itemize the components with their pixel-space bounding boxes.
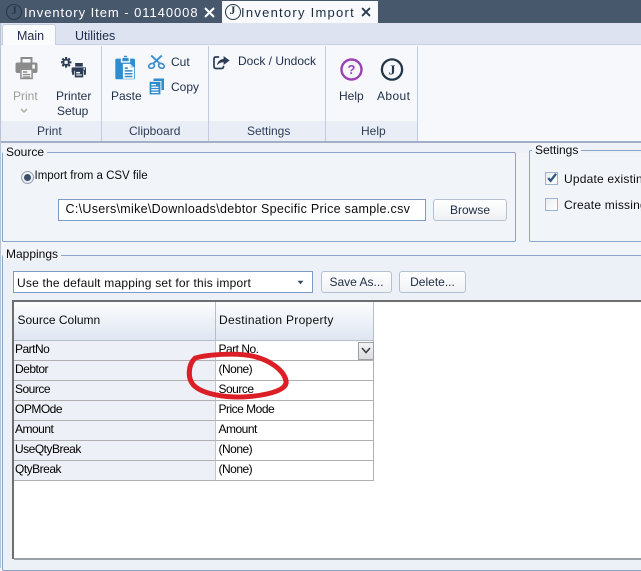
svg-text:J: J	[389, 63, 396, 78]
svg-text:?: ?	[348, 62, 356, 77]
